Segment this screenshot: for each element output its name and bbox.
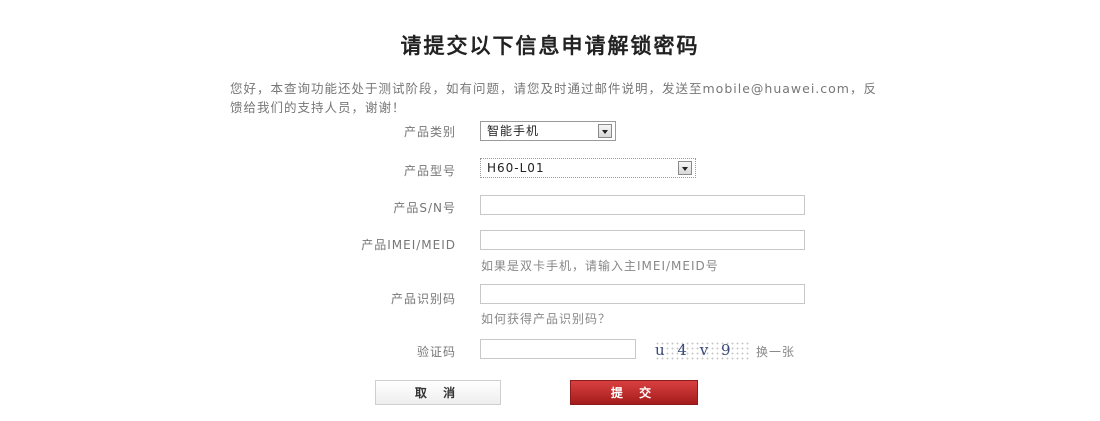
product-model-value: H60-L01 (487, 161, 545, 175)
product-id-code-label: 产品识别码 (390, 292, 456, 306)
cancel-button[interactable]: 取 消 (375, 380, 501, 405)
submit-button[interactable]: 提 交 (570, 380, 698, 405)
product-id-code-input[interactable] (480, 284, 805, 304)
product-category-value: 智能手机 (487, 124, 540, 138)
captcha-input[interactable] (480, 339, 636, 359)
dropdown-arrow-icon[interactable] (598, 124, 612, 138)
product-category-label: 产品类别 (403, 125, 456, 139)
imei-input[interactable] (480, 230, 805, 250)
captcha-image: u 4 v 9 (655, 341, 751, 361)
serial-number-label: 产品S/N号 (393, 201, 456, 215)
product-model-label: 产品型号 (403, 164, 456, 178)
imei-hint: 如果是双卡手机，请输入主IMEI/MEID号 (481, 259, 719, 273)
dropdown-arrow-icon[interactable] (678, 161, 692, 175)
serial-number-input[interactable] (480, 195, 805, 215)
imei-label: 产品IMEI/MEID (361, 238, 456, 252)
captcha-label: 验证码 (416, 345, 456, 359)
product-id-code-help-link[interactable]: 如何获得产品识别码？ (481, 310, 611, 327)
captcha-refresh-link[interactable]: 换一张 (756, 343, 795, 360)
intro-text: 您好，本查询功能还处于测试阶段，如有问题，请您及时通过邮件说明，发送至mobil… (230, 81, 877, 115)
product-model-select[interactable]: H60-L01 (480, 158, 696, 178)
product-category-select[interactable]: 智能手机 (480, 121, 616, 141)
page-title: 请提交以下信息申请解锁密码 (400, 34, 700, 58)
